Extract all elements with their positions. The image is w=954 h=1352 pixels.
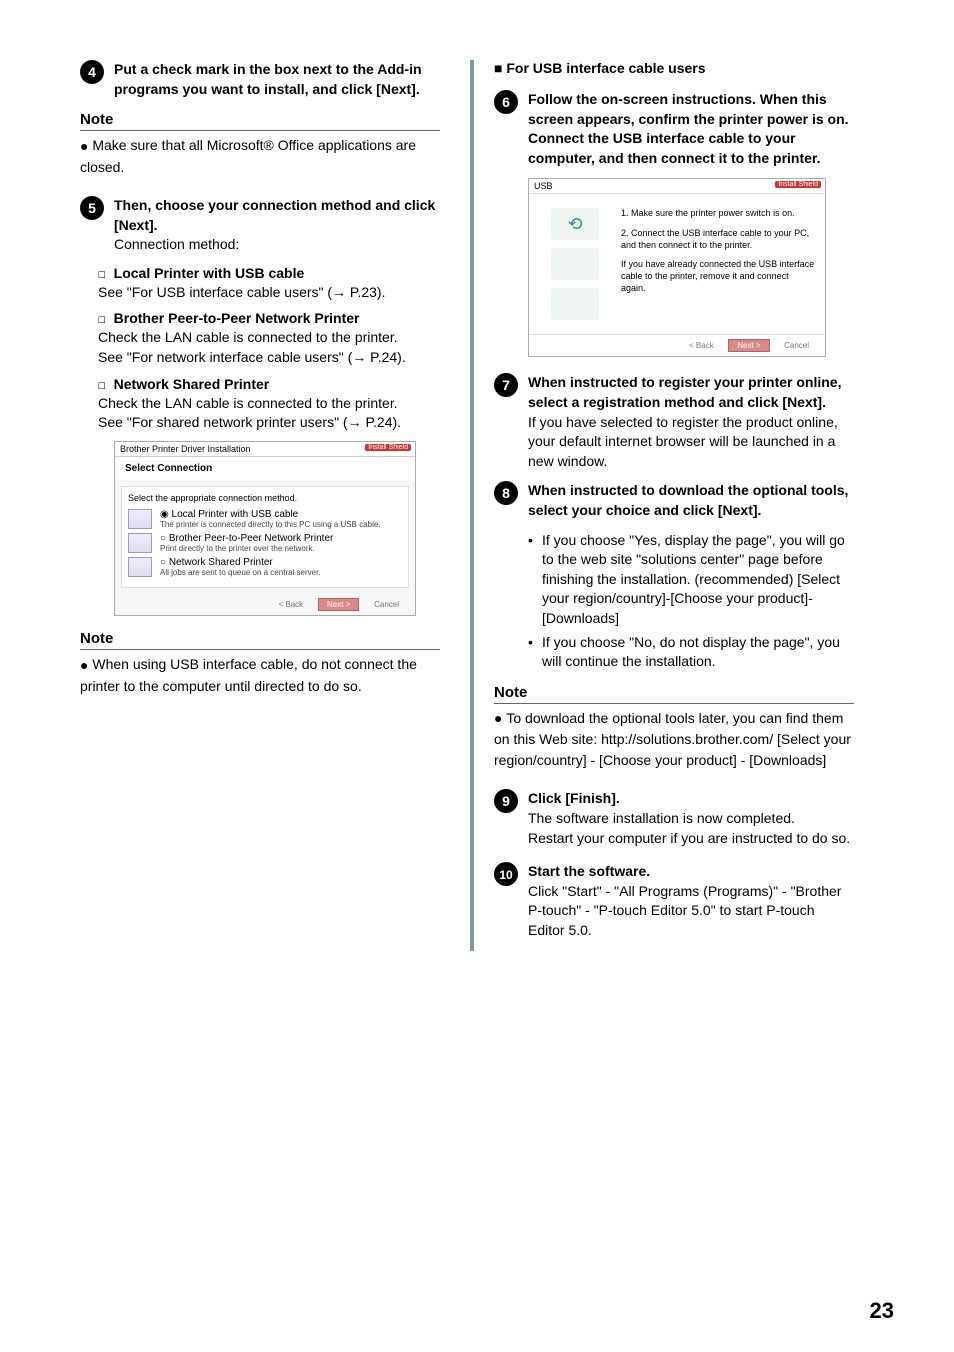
shared-option-icon [128, 557, 152, 577]
step-num-6-icon: 6 [494, 90, 518, 114]
usb-option-icon [128, 509, 152, 529]
step9-text: The software installation is now complet… [528, 809, 854, 848]
note1-text: Make sure that all Microsoft® Office app… [80, 137, 416, 175]
connection-method-2: ☐ Brother Peer-to-Peer Network Printer C… [98, 310, 440, 367]
step-num-5-icon: 5 [80, 196, 104, 220]
step8-bullet2: If you choose "No, do not display the pa… [528, 633, 854, 672]
dialog-heading: Select Connection [115, 457, 415, 480]
step-7: 7 When instructed to register your print… [494, 373, 854, 471]
usb-cancel-button[interactable]: Cancel [776, 340, 817, 351]
step-num-7-icon: 7 [494, 373, 518, 397]
p2p-option-icon [128, 533, 152, 553]
step8-bullets: If you choose "Yes, display the page", y… [528, 531, 854, 672]
step7-bold: When instructed to register your printer… [528, 373, 854, 412]
usb-t3: If you have already connected the USB in… [621, 259, 815, 294]
connection-method-1: ☐ Local Printer with USB cable See "For … [98, 265, 440, 303]
svg-text:10: 10 [499, 868, 513, 882]
step10-bold: Start the software. [528, 862, 854, 882]
usb-t1: 1. Make sure the printer power switch is… [621, 208, 815, 220]
step10-text: Click "Start" - "All Programs (Programs)… [528, 882, 854, 941]
right-heading: ■ For USB interface cable users [494, 60, 854, 76]
usb-back-button[interactable]: < Back [681, 340, 722, 351]
cm2-text1: Check the LAN cable is connected to the … [98, 328, 440, 348]
cm1-text: See "For USB interface cable users" (→ P… [98, 283, 440, 303]
usb-next-button[interactable]: Next > [728, 339, 769, 352]
usb-dialog-arrow-icon: ⟲ [551, 208, 599, 240]
usb-dialog-printer-icon [551, 288, 599, 320]
step-6: 6 Follow the on-screen instructions. Whe… [494, 90, 854, 168]
step5-bold: Then, choose your connection method and … [114, 196, 440, 235]
note2-text: When using USB interface cable, do not c… [80, 656, 417, 694]
dialog-option-2[interactable]: ○ Brother Peer-to-Peer Network Printer P… [128, 533, 402, 553]
cm2-title: Brother Peer-to-Peer Network Printer [114, 310, 360, 326]
step6-text: Follow the on-screen instructions. When … [528, 90, 854, 168]
step-8: 8 When instructed to download the option… [494, 481, 854, 520]
dialog-cancel-button[interactable]: Cancel [366, 599, 407, 610]
cm1-title: Local Printer with USB cable [114, 265, 305, 281]
step-4: 4 Put a check mark in the box next to th… [80, 60, 440, 99]
cm2-text2: See "For network interface cable users" … [98, 348, 440, 368]
step7-text: If you have selected to register the pro… [528, 413, 854, 472]
dialog-instruction: Select the appropriate connection method… [128, 493, 402, 503]
svg-text:4: 4 [88, 64, 96, 80]
svg-text:6: 6 [502, 94, 510, 110]
dialog-option-3[interactable]: ○ Network Shared Printer All jobs are se… [128, 557, 402, 577]
usb-dialog-cable-icon [551, 248, 599, 280]
note3-text: To download the optional tools later, yo… [494, 710, 851, 769]
dialog-next-button[interactable]: Next > [318, 598, 359, 611]
svg-text:7: 7 [502, 377, 510, 393]
step-num-8-icon: 8 [494, 481, 518, 505]
svg-text:9: 9 [502, 793, 510, 809]
dialog-back-button[interactable]: < Back [271, 599, 312, 610]
note2-body: ● When using USB interface cable, do not… [80, 654, 440, 697]
step-num-9-icon: 9 [494, 789, 518, 813]
page-number: 23 [870, 1298, 894, 1324]
step4-text: Put a check mark in the box next to the … [114, 60, 440, 99]
cm3-title: Network Shared Printer [114, 376, 270, 392]
dialog-option-1[interactable]: ◉ Local Printer with USB cable The print… [128, 509, 402, 529]
step-9: 9 Click [Finish]. The software installat… [494, 789, 854, 848]
usb-dialog-title: USB [534, 181, 553, 191]
note3-header: Note [494, 684, 854, 704]
step-num-4-icon: 4 [80, 60, 104, 84]
usb-dialog-tag: Install Shield [775, 181, 821, 188]
step9-bold: Click [Finish]. [528, 789, 854, 809]
note1-header: Note [80, 111, 440, 131]
step8-bold: When instructed to download the optional… [528, 481, 854, 520]
step-5: 5 Then, choose your connection method an… [80, 196, 440, 255]
note1-body: ● Make sure that all Microsoft® Office a… [80, 135, 440, 178]
usb-instruction-dialog: USB Install Shield ⟲ 1. Make sure the pr… [528, 178, 826, 357]
svg-text:5: 5 [88, 200, 96, 216]
cm3-text2: See "For shared network printer users" (… [98, 413, 440, 433]
svg-text:8: 8 [502, 485, 510, 501]
cm3-text1: Check the LAN cable is connected to the … [98, 394, 440, 414]
dialog-tag: Install Shield [365, 444, 411, 451]
note2-header: Note [80, 630, 440, 650]
usb-t2: 2. Connect the USB interface cable to yo… [621, 228, 815, 251]
connection-method-3: ☐ Network Shared Printer Check the LAN c… [98, 376, 440, 433]
step-10: 10 Start the software. Click "Start" - "… [494, 862, 854, 940]
select-connection-dialog: Brother Printer Driver Installation Inst… [114, 441, 416, 616]
step-num-10-icon: 10 [494, 862, 518, 886]
step5-text: Connection method: [114, 235, 440, 255]
step8-bullet1: If you choose "Yes, display the page", y… [528, 531, 854, 629]
note3-body: ● To download the optional tools later, … [494, 708, 854, 772]
